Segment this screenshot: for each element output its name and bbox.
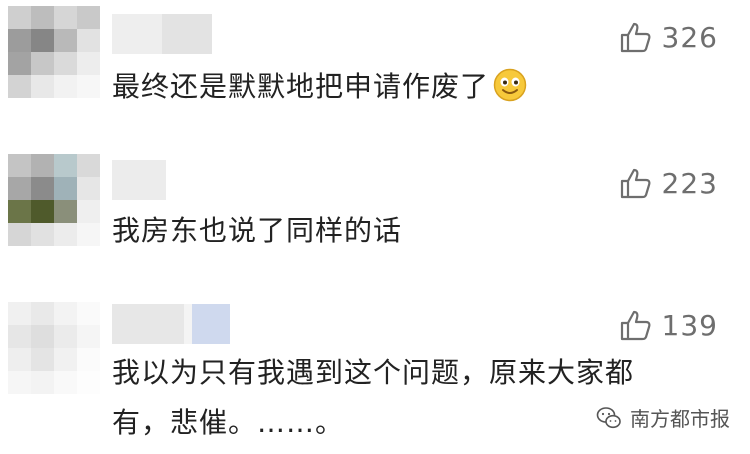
comment-text-content: 最终还是默默地把申请作废了 — [112, 70, 490, 103]
comment-text: 我房东也说了同样的话 — [112, 214, 403, 247]
comment-text-line: 我以为只有我遇到这个问题，原来大家都 — [112, 356, 635, 389]
comment-item: 223 我房东也说了同样的话 — [0, 150, 750, 275]
like-button[interactable]: 139 — [618, 308, 718, 342]
avatar[interactable] — [8, 302, 100, 394]
comment-text-line: 有，悲催。……。 — [112, 406, 345, 439]
wechat-icon — [596, 406, 621, 428]
comment-text: 最终还是默默地把申请作废了 — [112, 62, 527, 112]
like-button[interactable]: 223 — [618, 166, 718, 200]
comment-text: 我以为只有我遇到这个问题，原来大家都 有，悲催。……。 — [112, 348, 634, 448]
avatar[interactable] — [8, 154, 100, 246]
watermark: 南方都市报 — [596, 403, 730, 432]
comment-item: 326 最终还是默默地把申请作废了 — [0, 0, 750, 140]
like-button[interactable]: 326 — [618, 20, 718, 54]
thumbs-up-icon — [620, 310, 651, 341]
username-redacted — [112, 304, 230, 344]
like-count: 223 — [661, 166, 718, 200]
like-count: 139 — [661, 308, 718, 342]
thumbs-up-icon — [620, 168, 651, 199]
username-redacted — [112, 14, 212, 54]
smiling-face-emoji — [493, 68, 527, 102]
watermark-label: 南方都市报 — [630, 407, 730, 431]
avatar[interactable] — [8, 6, 100, 98]
like-count: 326 — [661, 20, 718, 54]
thumbs-up-icon — [620, 22, 651, 53]
username-redacted — [112, 160, 166, 200]
